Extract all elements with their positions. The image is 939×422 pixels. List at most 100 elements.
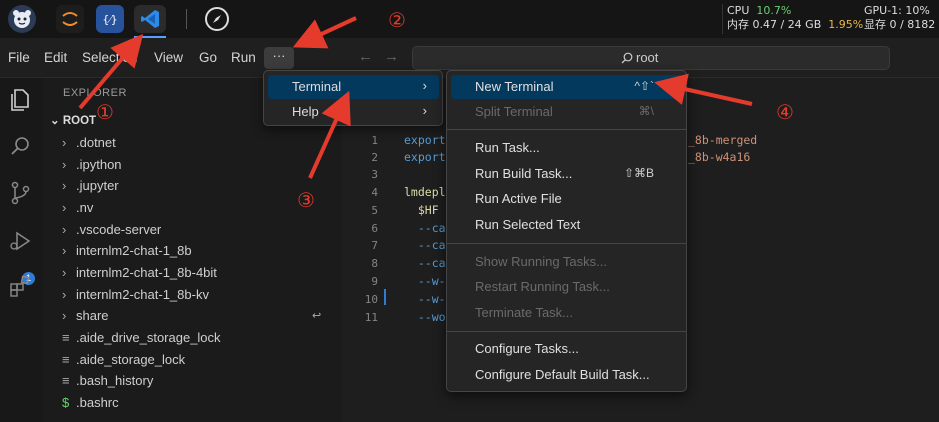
menu-edit[interactable]: Edit: [44, 50, 67, 65]
code-line: --w-: [404, 292, 446, 306]
menu-file[interactable]: File: [8, 50, 30, 65]
menu-go[interactable]: Go: [199, 50, 217, 65]
jupyter-icon[interactable]: [56, 5, 84, 33]
tree-item[interactable]: › .nv: [62, 200, 93, 215]
code-line: --wo: [404, 310, 446, 324]
tree-item-label: .vscode-server: [76, 222, 162, 237]
menu-item-label: Restart Running Task...: [475, 279, 610, 294]
back-arrow-icon[interactable]: ←: [358, 48, 373, 65]
tree-item-label: share: [76, 308, 109, 323]
tree-item[interactable]: › internlm2-chat-1_8b-4bit: [62, 265, 217, 280]
menu-run[interactable]: Run: [231, 50, 256, 65]
tree-item[interactable]: ≡ .aide_storage_lock: [62, 352, 185, 367]
tree-item[interactable]: › internlm2-chat-1_8b: [62, 243, 192, 258]
vram-label: 显存 0 / 8182: [864, 18, 936, 31]
command-center-search[interactable]: root: [412, 46, 890, 70]
tree-item[interactable]: › internlm2-chat-1_8b-kv: [62, 287, 209, 302]
menu-item-restart-running-task: Restart Running Task...: [451, 275, 682, 299]
line-number: 3: [371, 168, 378, 181]
line-number: 5: [371, 204, 378, 217]
bear-logo-icon: [13, 10, 31, 28]
activity-bar: 1: [0, 78, 42, 422]
compass-icon[interactable]: [205, 7, 229, 31]
tree-item[interactable]: $ .bashrc: [62, 395, 119, 410]
menu-item-terminate-task: Terminate Task...: [451, 301, 682, 325]
tree-item[interactable]: ≡ .aide_drive_storage_lock: [62, 330, 221, 345]
menu-separator: [447, 243, 686, 244]
gpu-label: GPU-1: 10%: [864, 4, 930, 17]
line-number: 2: [371, 151, 378, 164]
tree-item[interactable]: › .vscode-server: [62, 222, 161, 237]
menu-item-run-build-task[interactable]: Run Build Task... ⇧⌘B: [451, 162, 682, 186]
menu-item-help[interactable]: Help ›: [268, 100, 439, 124]
root-folder-label: ROOT: [62, 115, 97, 127]
forward-arrow-icon[interactable]: →: [384, 48, 399, 65]
menu-view[interactable]: View: [154, 50, 183, 65]
tree-item[interactable]: › .ipython: [62, 157, 122, 172]
menu-item-label: Run Selected Text: [475, 217, 581, 232]
menu-item-label: Configure Default Build Task...: [475, 367, 650, 382]
terminal-submenu: New Terminal ^⇧` Split Terminal ⌘\ Run T…: [446, 70, 687, 392]
tree-item-label: internlm2-chat-1_8b-4bit: [76, 265, 217, 280]
source-control-icon[interactable]: [8, 180, 34, 206]
memory-value: 1.95%: [828, 18, 864, 31]
cpu-label: CPU: [727, 4, 750, 17]
tree-item-label: internlm2-chat-1_8b-kv: [76, 287, 209, 302]
file-lines-icon: ≡: [62, 373, 70, 388]
chevron-right-icon: ›: [422, 103, 427, 118]
menu-item-label: Run Build Task...: [475, 166, 573, 181]
tree-item[interactable]: › .dotnet: [62, 135, 116, 150]
tree-item[interactable]: ≡ .bash_history: [62, 373, 153, 388]
more-menu-button[interactable]: ···: [264, 47, 294, 69]
menu-item-label: Configure Tasks...: [475, 341, 579, 356]
tree-item-label: .jupyter: [76, 178, 119, 193]
line-number: 8: [371, 257, 378, 270]
code-line: --ca: [404, 221, 446, 235]
menu-item-label: Terminate Task...: [475, 305, 574, 320]
file-lines-icon: ≡: [62, 330, 70, 345]
menu-item-new-terminal[interactable]: New Terminal ^⇧`: [451, 75, 682, 99]
tree-item-label: .bashrc: [76, 395, 119, 410]
menu-item-label: Split Terminal: [475, 104, 553, 119]
menu-item-configure-tasks[interactable]: Configure Tasks...: [451, 337, 682, 361]
root-folder-header[interactable]: ⌄ ROOT: [50, 113, 96, 127]
chevron-right-icon: ›: [62, 308, 67, 323]
line-number: 7: [371, 239, 378, 252]
extensions-icon[interactable]: [8, 274, 34, 300]
menu-item-run-active-file[interactable]: Run Active File: [451, 187, 682, 211]
menu-item-shortcut: ⌘\: [638, 104, 654, 118]
tree-item[interactable]: › share: [62, 308, 109, 323]
menu-item-run-task[interactable]: Run Task...: [451, 136, 682, 160]
app-logo-icon[interactable]: [8, 5, 36, 33]
menu-item-label: Terminal: [292, 79, 342, 94]
explorer-files-icon[interactable]: [8, 86, 34, 112]
menu-item-configure-default-build-task[interactable]: Configure Default Build Task...: [451, 363, 682, 387]
explorer-title: EXPLORER: [63, 87, 127, 99]
code-editor-icon[interactable]: {⁄}: [96, 5, 124, 33]
menu-item-label: New Terminal: [475, 79, 554, 94]
compass-needle-icon: [213, 15, 221, 23]
menu-separator: [447, 129, 686, 130]
annotation-number-3: ③: [297, 188, 315, 212]
chevron-right-icon: ›: [422, 78, 427, 93]
menu-item-label: Run Active File: [475, 191, 562, 206]
code-line: lmdepl: [404, 185, 446, 199]
menu-item-split-terminal: Split Terminal ⌘\: [451, 100, 682, 124]
line-number: 6: [371, 222, 378, 235]
vscode-icon[interactable]: [134, 5, 166, 38]
tree-item[interactable]: › .jupyter: [62, 178, 119, 193]
menu-item-run-selected-text[interactable]: Run Selected Text: [451, 213, 682, 237]
code-line: --w-: [404, 274, 446, 288]
explorer-sidebar: EXPLORER ⌄ ROOT › .dotnet › .ipython › .jup…: [42, 78, 342, 422]
more-dropdown-menu: Terminal › Help ›: [263, 70, 443, 126]
menu-item-shortcut: ^⇧`: [634, 79, 654, 93]
menu-selection[interactable]: Selection: [82, 50, 138, 65]
search-icon: [621, 52, 633, 64]
chevron-right-icon: ›: [62, 157, 67, 172]
tree-item-label: .ipython: [76, 157, 122, 172]
menu-item-terminal[interactable]: Terminal ›: [268, 75, 439, 99]
symlink-indicator-icon: ↩: [312, 310, 322, 322]
search-sidebar-icon[interactable]: [8, 134, 34, 160]
run-debug-icon[interactable]: [8, 228, 34, 254]
shell-file-icon: $: [62, 395, 70, 410]
